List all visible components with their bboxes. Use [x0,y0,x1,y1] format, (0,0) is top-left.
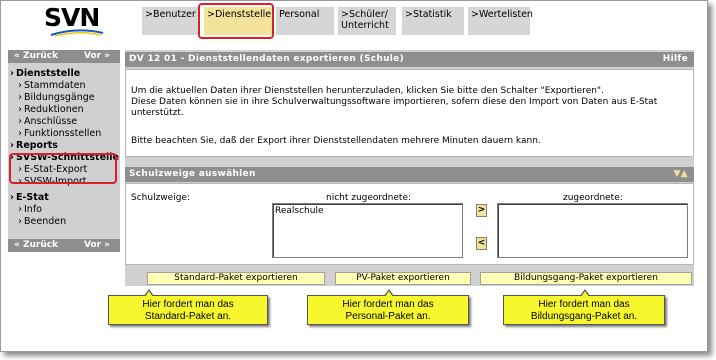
callout-line-1: Hier fordert man das [538,299,630,310]
nav-item-e-stat-export[interactable]: › E-Stat-Export [8,164,120,175]
unassigned-listbox[interactable]: Realschule [272,203,463,258]
logo-swoosh-icon [50,29,104,37]
callout-standard: Hier fordert man das Standard-Paket an. [108,289,268,325]
callout-line-2: Personal-Paket an. [345,311,431,322]
pv-export-button[interactable]: PV-Paket exportieren [335,272,471,285]
nav-back-link-bottom[interactable]: « Zurück [14,240,58,250]
nav-item-stammdaten[interactable]: › Stammdaten [8,80,120,91]
logo-text: SVN [44,3,100,32]
callout-line-1: Hier fordert man das [142,299,234,310]
info-text-1: Um die aktuellen Daten ihrer Dienststell… [131,86,604,96]
tab-benutzer[interactable]: >Benutzer [142,7,200,35]
nav-forward-link[interactable]: Vor » [84,51,110,61]
nav-item-bildungsgaenge[interactable]: › Bildungsgänge [8,92,120,103]
sidebar-nav: « Zurück Vor » › Dienststelle › Stammdaten… [8,50,120,252]
list-item[interactable]: Realschule [275,206,460,216]
section-title: Schulzweige auswählen [129,169,256,179]
standard-export-button[interactable]: Standard-Paket exportieren [147,272,325,285]
tab-schueler-unterricht[interactable]: >Schüler/ Unterricht [338,7,396,35]
nav-item-reports[interactable]: › Reports [8,140,120,151]
info-box: Um die aktuellen Daten ihrer Dienststell… [125,69,694,157]
callout-personal: Hier fordert man das Personal-Paket an. [307,289,469,325]
move-right-button[interactable]: > [476,204,487,217]
callout-line-2: Standard-Paket an. [144,311,232,322]
page-title-bar: DV 12 01 - Dienststellendaten exportiere… [125,52,694,67]
nav-item-dienststelle[interactable]: › Dienststelle [8,68,120,79]
nav-item-info[interactable]: › Info [8,204,120,215]
nav-item-anschluesse[interactable]: › Anschlüsse [8,116,120,127]
nav-item-funktionsstellen[interactable]: › Funktionsstellen [8,128,120,139]
callout-line-2: Bildungsgang-Paket an. [530,311,638,322]
main-panel: DV 12 01 - Dienststellendaten exportiere… [125,50,694,286]
svn-logo: SVN [44,3,104,37]
info-text-3: Bitte beachten Sie, daß der Export ihrer… [131,136,541,146]
schulzweige-box: Schulzweige: nicht zugeordnete: zugeordn… [125,183,694,265]
application-window: SVN >Benutzer >Dienststelle Personal >Sc… [0,0,708,352]
nav-item-beenden[interactable]: › Beenden [8,216,120,227]
tab-personal[interactable]: Personal [276,7,334,35]
collapse-toggle-icon[interactable]: ▼▲ [674,169,688,179]
schulzweige-label: Schulzweige: [131,193,190,203]
nav-item-svsw-schnittstelle[interactable]: › SVSW-Schnittstelle [8,152,120,163]
nav-forward-link-bottom[interactable]: Vor » [84,240,110,250]
nav-back-link[interactable]: « Zurück [14,51,58,61]
move-left-button[interactable]: < [476,237,487,250]
callout-bildungsgang: Hier fordert man das Bildungsgang-Paket … [503,289,665,325]
nav-top-bar: « Zurück Vor » [8,50,120,63]
tab-dienststelle[interactable]: >Dienststelle [204,7,272,35]
callout-line-1: Hier fordert man das [342,299,434,310]
tab-statistik[interactable]: >Statistik [402,7,464,35]
nav-item-e-stat[interactable]: › E-Stat [8,192,120,203]
bildungsgang-export-button[interactable]: Bildungsgang-Paket exportieren [480,272,692,285]
page-title: DV 12 01 - Dienststellendaten exportiere… [129,54,404,64]
info-text-2: Diese Daten können sie in ihre Schulverw… [131,97,658,118]
nav-item-reduktionen[interactable]: › Reduktionen [8,104,120,115]
help-link[interactable]: Hilfe [663,54,688,64]
assigned-listbox[interactable] [497,203,688,258]
nav-item-svsw-import[interactable]: › SVSW-Import [8,176,120,187]
tab-wertelisten[interactable]: >Wertelisten [468,7,533,35]
nav-bottom-bar: « Zurück Vor » [8,239,120,252]
section-header: Schulzweige auswählen ▼▲ [125,167,694,182]
